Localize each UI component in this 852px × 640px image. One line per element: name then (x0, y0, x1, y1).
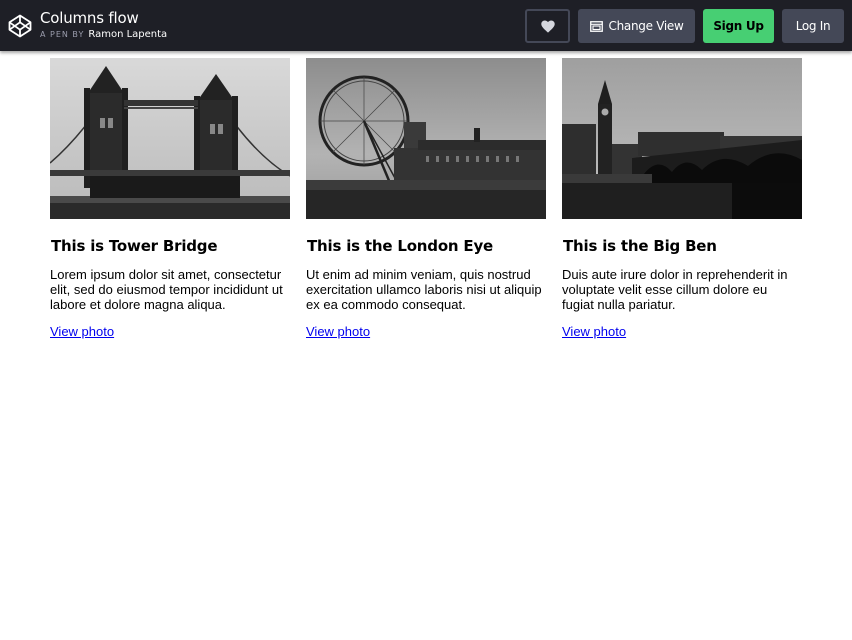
log-in-button[interactable]: Log In (782, 9, 844, 43)
card-text: Ut enim ad minim veniam, quis nostrud ex… (306, 267, 546, 312)
tower-bridge-photo (50, 58, 290, 219)
byline-prefix: A PEN BY (40, 30, 84, 39)
change-view-button[interactable]: Change View (578, 9, 695, 43)
codepen-header: Columns flow A PEN BY Ramon Lapenta Chang… (0, 0, 852, 51)
card-london-eye: This is the London Eye Ut enim ad minim … (306, 58, 546, 341)
card-text: Duis aute irure dolor in reprehenderit i… (562, 267, 802, 312)
sign-up-button[interactable]: Sign Up (703, 9, 774, 43)
card-title: This is the Big Ben (563, 237, 802, 255)
view-photo-link[interactable]: View photo (50, 324, 114, 339)
like-button[interactable] (525, 9, 570, 43)
layout-icon (590, 21, 603, 32)
card-big-ben: This is the Big Ben Duis aute irure dolo… (562, 58, 802, 341)
view-photo-link[interactable]: View photo (306, 324, 370, 339)
heart-icon (541, 20, 555, 33)
big-ben-photo (562, 58, 802, 219)
card-tower-bridge: This is Tower Bridge Lorem ipsum dolor s… (50, 58, 290, 341)
card-text: Lorem ipsum dolor sit amet, consectetur … (50, 267, 290, 312)
card-title: This is the London Eye (307, 237, 546, 255)
view-photo-link[interactable]: View photo (562, 324, 626, 339)
author-link[interactable]: Ramon Lapenta (88, 29, 167, 40)
london-eye-photo (306, 58, 546, 219)
pen-byline: A PEN BY Ramon Lapenta (40, 29, 167, 41)
pen-title[interactable]: Columns flow (40, 9, 139, 27)
change-view-label: Change View (609, 19, 684, 33)
log-in-label: Log In (796, 19, 831, 33)
sign-up-label: Sign Up (713, 19, 763, 33)
card-title: This is Tower Bridge (51, 237, 290, 255)
codepen-logo-icon[interactable] (8, 14, 32, 38)
